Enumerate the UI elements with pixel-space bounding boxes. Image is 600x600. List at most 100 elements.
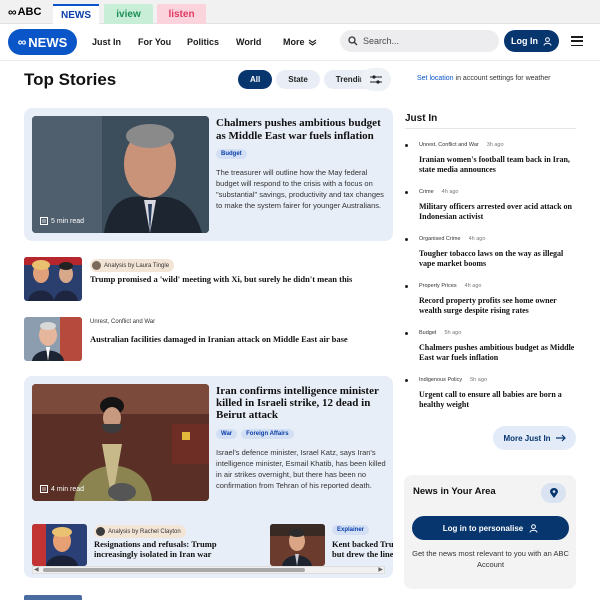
abc-logo-icon: ∞ [17, 35, 27, 49]
tab-iview[interactable]: iview [104, 4, 153, 24]
headline-line: Kent backed Trump [332, 539, 393, 549]
article-icon [40, 485, 48, 493]
story-headline[interactable]: Tougher tobacco laws on the way as illeg… [419, 249, 581, 269]
filter-state[interactable]: State [276, 70, 320, 89]
story-category[interactable]: Unrest, Conflict and War [419, 142, 479, 148]
bullet-icon [405, 285, 408, 288]
nav-item-just-in[interactable]: Just In [92, 37, 121, 47]
story-headline[interactable]: Urgent call to ensure all babies are bor… [419, 390, 581, 410]
login-button[interactable]: Log In [504, 30, 559, 52]
avatar [96, 527, 105, 536]
story-meta: Analysis by Rachel Clayton [94, 525, 186, 538]
main-nav: ∞ NEWS Just In For You Politics World Mo… [0, 25, 600, 61]
story-meta: Budget 5h ago [419, 330, 461, 336]
news-in-your-area-card: News in Your Area Log in to personalise … [404, 475, 576, 589]
tag-war[interactable]: War [216, 429, 238, 439]
timestamp: 5h ago [470, 377, 487, 383]
filter-settings-button[interactable] [361, 68, 391, 91]
user-icon [529, 523, 538, 533]
sliders-icon [370, 75, 382, 84]
search-placeholder: Search... [363, 36, 400, 46]
more-just-in-button[interactable]: More Just In [493, 426, 576, 450]
nav-item-politics[interactable]: Politics [187, 37, 219, 47]
abc-logo-icon: ∞ [8, 5, 17, 19]
related-story[interactable]: Explainer Kent backed Trumpbut drew the … [270, 524, 393, 566]
headline-line: increasingly isolated in Iran war [94, 549, 212, 559]
feature-story-card[interactable]: 4 min read Iran confirms intelligence mi… [24, 376, 393, 578]
page-title: Top Stories [24, 70, 117, 89]
story-category[interactable]: Budget [419, 330, 436, 336]
story-category[interactable]: Property Prices [419, 283, 457, 289]
list-item[interactable]: Unrest, Conflict and War Australian faci… [24, 317, 393, 361]
area-card-title: News in Your Area [413, 486, 496, 497]
tag-foreign-affairs[interactable]: Foreign Affairs [241, 429, 294, 439]
story-headline[interactable]: Chalmers pushes ambitious budget as Midd… [216, 117, 388, 143]
read-time: 5 min read [40, 217, 84, 225]
nav-more-label: More [283, 37, 305, 47]
story-image: 5 min read [32, 116, 209, 233]
hamburger-menu-icon[interactable] [571, 36, 583, 46]
horizontal-scrollbar[interactable]: ◀ ▶ [32, 566, 385, 574]
scroll-right-icon[interactable]: ▶ [378, 566, 383, 573]
bullet-icon [405, 332, 408, 335]
minister-photo [32, 384, 209, 501]
story-category[interactable]: Indigenous Policy [419, 377, 462, 383]
story-headline[interactable]: Iran confirms intelligence minister kill… [216, 385, 391, 421]
filter-all[interactable]: All [238, 70, 273, 89]
location-pin-button[interactable] [541, 483, 566, 503]
abc-news-logo[interactable]: ∞ NEWS [8, 29, 77, 55]
related-story[interactable]: Analysis by Rachel Clayton Resignations … [32, 524, 247, 566]
abc-home-link[interactable]: ∞ ABC [8, 5, 41, 19]
nav-item-more[interactable]: More [283, 37, 317, 47]
abc-label: ABC [17, 6, 42, 18]
story-meta: Indigenous Policy 5h ago [419, 377, 487, 383]
bullet-icon [405, 238, 408, 241]
story-headline[interactable]: Australian facilities damaged in Iranian… [90, 334, 390, 344]
story-headline[interactable]: Trump promised a 'wild' meeting with Xi,… [90, 274, 390, 284]
story-headline[interactable]: Military officers arrested over acid att… [419, 202, 581, 222]
timestamp: 4h ago [464, 283, 482, 289]
tab-news[interactable]: NEWS [53, 4, 99, 24]
story-thumbnail [24, 317, 82, 361]
nav-item-for-you[interactable]: For You [138, 37, 171, 47]
story-category[interactable]: Organised Crime [419, 236, 461, 242]
story-image: 4 min read [32, 384, 209, 501]
story-meta: Explainer [332, 525, 370, 535]
story-tags: Budget [216, 149, 247, 159]
story-category[interactable]: Unrest, Conflict and War [90, 319, 155, 325]
location-pin-icon [549, 488, 558, 498]
chevron-down-icon [308, 39, 316, 46]
timestamp: 4h ago [468, 236, 486, 242]
headline-line: Resignations and refusals: Trump [94, 539, 217, 549]
analysis-tag: Analysis by Rachel Clayton [94, 525, 186, 538]
story-thumbnail [32, 524, 87, 566]
timestamp: 5h ago [444, 330, 462, 336]
set-location-link[interactable]: Set location [417, 75, 454, 82]
arrow-right-icon [555, 434, 566, 442]
area-card-description: Get the news most relevant to you with a… [412, 549, 569, 569]
story-category[interactable]: Crime [419, 189, 434, 195]
bullet-icon [405, 191, 408, 194]
story-headline[interactable]: Iranian women's football team back in Ir… [419, 155, 581, 175]
scrollbar-thumb[interactable] [43, 568, 305, 572]
tab-listen[interactable]: listen [157, 4, 206, 24]
search-icon [348, 36, 358, 46]
user-icon [543, 36, 552, 46]
nav-item-world[interactable]: World [236, 37, 261, 47]
story-headline[interactable]: Resignations and refusals: Trump increasi… [94, 539, 217, 559]
story-meta: Analysis by Laura Tingle [90, 259, 175, 272]
story-headline[interactable]: Record property profits see home owner w… [419, 296, 581, 316]
login-to-personalise-button[interactable]: Log in to personalise [412, 516, 569, 540]
weather-note-text: in account settings for weather [453, 75, 551, 82]
tag-budget[interactable]: Budget [216, 149, 247, 159]
more-just-in-label: More Just In [503, 433, 551, 443]
story-headline[interactable]: Chalmers pushes ambitious budget as Midd… [419, 343, 581, 363]
story-headline[interactable]: Kent backed Trumpbut drew the line [332, 539, 393, 559]
read-time-label: 5 min read [51, 217, 85, 225]
list-item[interactable]: Analysis by Laura Tingle Trump promised … [24, 257, 393, 301]
story-summary: Israel's defence minister, Israel Katz, … [216, 448, 386, 490]
search-input[interactable]: Search... [340, 30, 499, 52]
next-story-thumbnail[interactable] [24, 595, 82, 600]
feature-story-card[interactable]: 5 min read Chalmers pushes ambitious bud… [24, 108, 393, 241]
scroll-left-icon[interactable]: ◀ [34, 566, 39, 573]
